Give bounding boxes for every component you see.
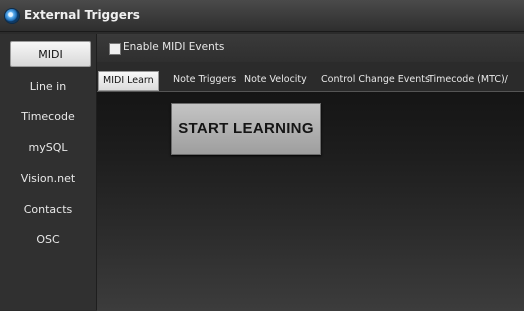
sidebar-item-line-in[interactable]: Line in — [6, 74, 90, 100]
tab-note-triggers[interactable]: Note Triggers — [173, 71, 236, 91]
sidebar-item-timecode[interactable]: Timecode — [6, 104, 90, 130]
sidebar-item-mysql[interactable]: mySQL — [6, 135, 90, 161]
sidebar: MIDI Line in Timecode mySQL Vision.net C… — [0, 34, 97, 310]
tab-midi-learn[interactable]: MIDI Learn — [98, 71, 159, 91]
enable-midi-checkbox[interactable] — [109, 43, 121, 55]
sidebar-item-midi[interactable]: MIDI — [10, 41, 91, 67]
sidebar-item-osc[interactable]: OSC — [6, 227, 90, 253]
tab-control-change-events[interactable]: Control Change Events — [321, 71, 430, 91]
sidebar-item-vision-net[interactable]: Vision.net — [6, 166, 90, 192]
tab-timecode-mtc[interactable]: Timecode (MTC)/ — [428, 71, 508, 91]
start-learning-button[interactable]: START LEARNING — [171, 103, 321, 155]
tab-note-velocity[interactable]: Note Velocity — [244, 71, 307, 91]
enable-midi-label[interactable]: Enable MIDI Events — [123, 41, 224, 53]
app-globe-icon — [5, 9, 19, 23]
window-title: External Triggers — [24, 8, 140, 22]
tab-bar: MIDI Learn Note Triggers Note Velocity C… — [97, 71, 524, 91]
title-bar: External Triggers — [0, 0, 524, 32]
options-bar: Enable MIDI Events — [97, 34, 524, 62]
sidebar-item-contacts[interactable]: Contacts — [6, 197, 90, 223]
